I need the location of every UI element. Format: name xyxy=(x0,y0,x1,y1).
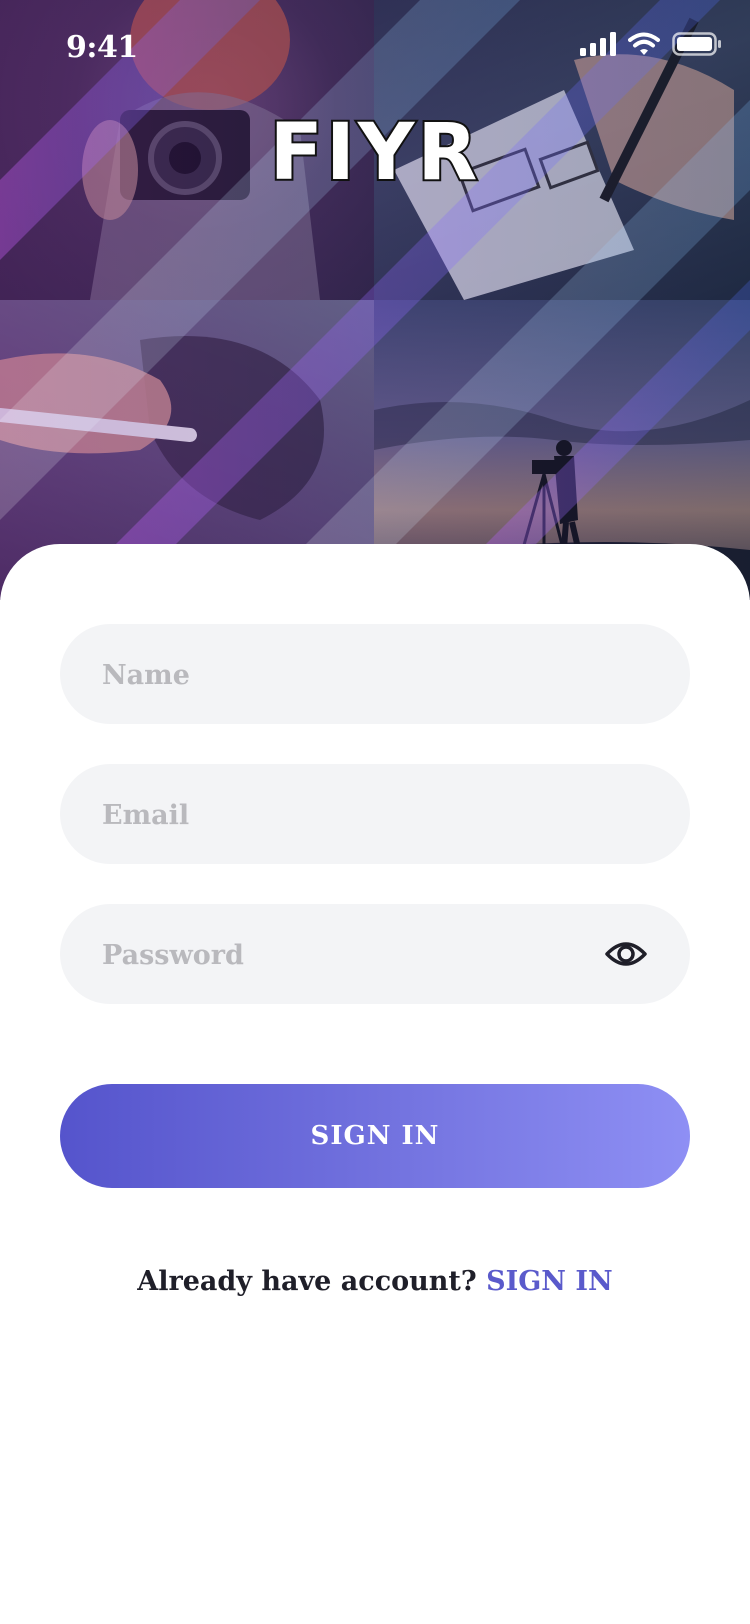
password-input[interactable] xyxy=(100,904,604,1006)
footer-prompt-text: Already have account? xyxy=(137,1266,477,1297)
email-field-container xyxy=(60,764,690,866)
status-icons xyxy=(580,32,722,56)
footer-sign-in-prompt: Already have account? SIGN IN xyxy=(0,1266,750,1297)
sign-in-button[interactable]: SIGN IN xyxy=(60,1084,690,1188)
status-bar: 9:41 xyxy=(0,0,750,96)
eye-icon[interactable] xyxy=(604,932,648,976)
footer-sign-in-link[interactable]: SIGN IN xyxy=(486,1266,613,1297)
email-input[interactable] xyxy=(100,764,604,866)
status-time: 9:41 xyxy=(66,30,138,65)
wifi-icon xyxy=(628,32,660,55)
password-field-container xyxy=(60,904,690,1006)
name-input[interactable] xyxy=(100,624,604,726)
cellular-signal-icon xyxy=(580,32,616,56)
app-logo: FIYR xyxy=(268,106,481,200)
name-field-container xyxy=(60,624,690,726)
battery-icon xyxy=(672,32,721,56)
